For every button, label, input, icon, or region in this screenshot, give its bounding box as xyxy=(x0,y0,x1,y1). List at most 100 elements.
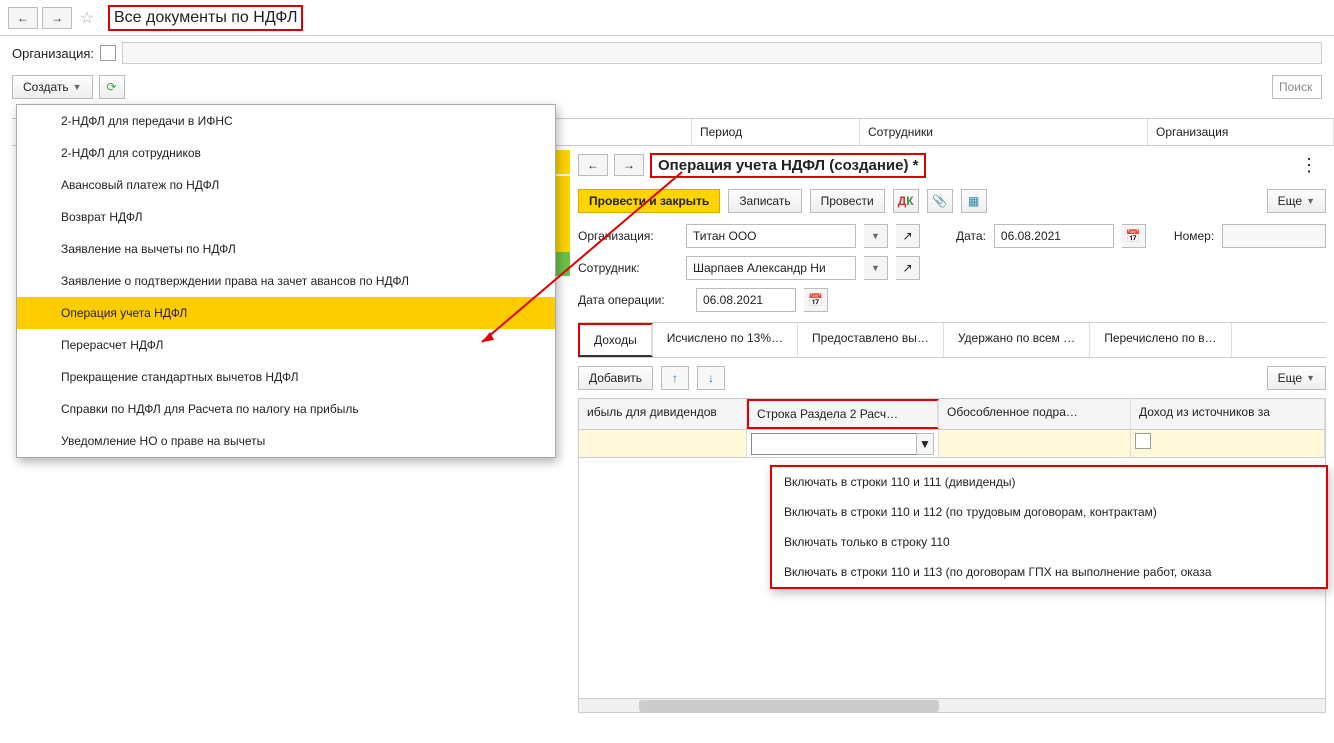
chevron-down-icon: ▼ xyxy=(1306,196,1315,206)
refresh-button[interactable]: ⟳ xyxy=(99,75,125,99)
section2-dropdown-button[interactable]: ▼ xyxy=(916,433,934,455)
col-period[interactable]: Период xyxy=(692,119,860,145)
menu-item-refund[interactable]: Возврат НДФЛ xyxy=(17,201,555,233)
save-button[interactable]: Записать xyxy=(728,189,801,213)
nav-forward-button[interactable]: → xyxy=(42,7,72,29)
grid-header-row: ибыль для дивидендов Строка Раздела 2 Ра… xyxy=(579,399,1325,430)
section2-option-110-only[interactable]: Включать только в строку 110 xyxy=(772,527,1326,557)
dialog-forward-button[interactable]: → xyxy=(614,154,644,176)
tab-toolbar: Добавить ↑ ↓ Еще ▼ xyxy=(570,358,1334,398)
add-row-button[interactable]: Добавить xyxy=(578,366,653,390)
org-dropdown-button[interactable]: ▼ xyxy=(864,224,888,248)
menu-item-2ndfl-employees[interactable]: 2-НДФЛ для сотрудников xyxy=(17,137,555,169)
post-button[interactable]: Провести xyxy=(810,189,885,213)
dialog-kebab-icon[interactable]: ⋮ xyxy=(1292,155,1326,176)
org-input[interactable]: Титан ООО xyxy=(686,224,856,248)
refresh-icon: ⟳ xyxy=(107,80,117,94)
paperclip-icon: 📎 xyxy=(932,194,947,208)
scrollbar-thumb[interactable] xyxy=(639,700,939,712)
section2-option-110-112[interactable]: Включать в строки 110 и 112 (по трудовым… xyxy=(772,497,1326,527)
number-input[interactable] xyxy=(1222,224,1326,248)
register-button[interactable]: ДК xyxy=(893,189,919,213)
attach-button[interactable]: 📎 xyxy=(927,189,953,213)
col-income-sources[interactable]: Доход из источников за xyxy=(1131,399,1325,429)
employee-input[interactable]: Шарпаев Александр Ни xyxy=(686,256,856,280)
income-sources-checkbox[interactable] xyxy=(1135,433,1151,449)
favorite-star-icon[interactable]: ☆ xyxy=(76,7,98,29)
menu-item-stop-deductions[interactable]: Прекращение стандартных вычетов НДФЛ xyxy=(17,361,555,393)
topbar: ← → ☆ Все документы по НДФЛ xyxy=(0,0,1334,36)
form-row-op-date: Дата операции: 06.08.2021 📅 xyxy=(570,284,1334,316)
col-employees[interactable]: Сотрудники xyxy=(860,119,1148,145)
form-row-org-date: Организация: Титан ООО ▼ ↗ Дата: 06.08.2… xyxy=(570,220,1334,252)
open-icon: ↗ xyxy=(902,261,912,275)
create-button[interactable]: Создать ▼ xyxy=(12,75,93,99)
date-label: Дата: xyxy=(956,229,986,243)
page-title: Все документы по НДФЛ xyxy=(108,5,303,31)
chevron-down-icon: ▼ xyxy=(871,263,880,273)
employee-open-button[interactable]: ↗ xyxy=(896,256,920,280)
tab-withheld-all[interactable]: Удержано по всем … xyxy=(944,323,1090,357)
chevron-down-icon: ▼ xyxy=(73,82,82,92)
col-org[interactable]: Организация xyxy=(1148,119,1334,145)
col-profit-dividends[interactable]: ибыль для дивидендов xyxy=(579,399,747,429)
date-input[interactable]: 06.08.2021 xyxy=(994,224,1114,248)
section2-option-110-111[interactable]: Включать в строки 110 и 111 (дивиденды) xyxy=(772,467,1326,497)
debit-credit-icon: ДК xyxy=(898,195,914,207)
col-section2-row[interactable]: Строка Раздела 2 Расч… xyxy=(747,399,939,429)
cell-separate-div[interactable] xyxy=(939,430,1131,457)
cell-profit-dividends[interactable] xyxy=(579,430,747,457)
op-date-calendar-button[interactable]: 📅 xyxy=(804,288,828,312)
menu-item-deduction-application[interactable]: Заявление на вычеты по НДФЛ xyxy=(17,233,555,265)
section2-option-110-113[interactable]: Включать в строки 110 и 113 (по договора… xyxy=(772,557,1326,587)
menu-item-2ndfl-ifns[interactable]: 2-НДФЛ для передачи в ИФНС xyxy=(17,105,555,137)
op-date-input[interactable]: 06.08.2021 xyxy=(696,288,796,312)
structure-icon: ▦ xyxy=(968,194,979,208)
menu-item-certificates[interactable]: Справки по НДФЛ для Расчета по налогу на… xyxy=(17,393,555,425)
tab-more-button[interactable]: Еще ▼ xyxy=(1267,366,1326,390)
structure-button[interactable]: ▦ xyxy=(961,189,987,213)
menu-item-notification[interactable]: Уведомление НО о праве на вычеты xyxy=(17,425,555,457)
move-up-button[interactable]: ↑ xyxy=(661,366,689,390)
calendar-icon: 📅 xyxy=(808,293,823,307)
org-open-button[interactable]: ↗ xyxy=(896,224,920,248)
chevron-down-icon: ▼ xyxy=(871,231,880,241)
employee-dropdown-button[interactable]: ▼ xyxy=(864,256,888,280)
tab-more-label: Еще xyxy=(1278,371,1302,385)
section2-dropdown-list: Включать в строки 110 и 111 (дивиденды) … xyxy=(770,465,1328,589)
org-filter-input[interactable] xyxy=(122,42,1322,64)
tab-income[interactable]: Доходы xyxy=(578,323,653,357)
grid-hscrollbar[interactable] xyxy=(579,698,1325,712)
move-down-button[interactable]: ↓ xyxy=(697,366,725,390)
arrow-up-icon: ↑ xyxy=(672,371,678,385)
org-filter-checkbox[interactable] xyxy=(100,45,116,61)
tab-transferred[interactable]: Перечислено по в… xyxy=(1090,323,1231,357)
dialog-header: ← → Операция учета НДФЛ (создание) * ⋮ xyxy=(570,148,1334,182)
dialog-title: Операция учета НДФЛ (создание) * xyxy=(650,153,926,178)
search-input[interactable]: Поиск xyxy=(1272,75,1322,99)
employee-label: Сотрудник: xyxy=(578,261,678,275)
op-date-label: Дата операции: xyxy=(578,293,688,307)
menu-item-advance-confirmation[interactable]: Заявление о подтверждении права на зачет… xyxy=(17,265,555,297)
menu-item-recalculation[interactable]: Перерасчет НДФЛ xyxy=(17,329,555,361)
section2-input[interactable] xyxy=(751,433,934,455)
row-marker-green xyxy=(556,252,570,276)
tab-deductions-provided[interactable]: Предоставлено вы… xyxy=(798,323,944,357)
col-separate-div[interactable]: Обособленное подра… xyxy=(939,399,1131,429)
dialog-more-button[interactable]: Еще ▼ xyxy=(1267,189,1326,213)
toolbar-row: Создать ▼ ⟳ Поиск xyxy=(0,70,1334,104)
filter-row: Организация: xyxy=(0,36,1334,70)
post-close-button[interactable]: Провести и закрыть xyxy=(578,189,720,213)
menu-item-operation-ndfl[interactable]: Операция учета НДФЛ xyxy=(17,297,555,329)
number-label: Номер: xyxy=(1174,229,1214,243)
cell-section2-row[interactable]: ▼ xyxy=(747,430,939,457)
tab-calculated-13[interactable]: Исчислено по 13%… xyxy=(653,323,798,357)
nav-back-button[interactable]: ← xyxy=(8,7,38,29)
cell-income-sources[interactable] xyxy=(1131,430,1325,457)
grid-edit-row: ▼ xyxy=(579,430,1325,458)
date-calendar-button[interactable]: 📅 xyxy=(1122,224,1146,248)
form-row-employee: Сотрудник: Шарпаев Александр Ни ▼ ↗ xyxy=(570,252,1334,284)
search-placeholder: Поиск xyxy=(1279,80,1312,94)
dialog-back-button[interactable]: ← xyxy=(578,154,608,176)
menu-item-advance-payment[interactable]: Авансовый платеж по НДФЛ xyxy=(17,169,555,201)
